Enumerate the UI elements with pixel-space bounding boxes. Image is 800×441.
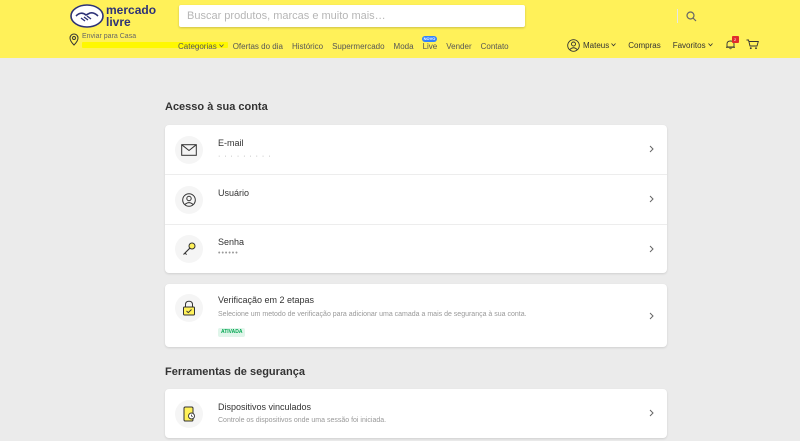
nav-contato[interactable]: Contato bbox=[481, 42, 509, 51]
chevron-right-icon bbox=[649, 409, 654, 417]
username-title: Usuário bbox=[218, 188, 250, 198]
chevron-right-icon bbox=[649, 245, 654, 253]
linked-devices-card: Dispositivos vinculados Controle os disp… bbox=[165, 389, 667, 438]
compras-link[interactable]: Compras bbox=[628, 41, 660, 50]
chevron-down-icon bbox=[707, 43, 713, 47]
search-divider bbox=[677, 9, 678, 23]
user-menu[interactable]: Mateus bbox=[567, 38, 617, 52]
cart-button[interactable] bbox=[746, 39, 759, 52]
two-factor-title: Verificação em 2 etapas bbox=[218, 295, 315, 305]
user-avatar-icon bbox=[567, 38, 580, 52]
password-row[interactable]: Senha •••••• bbox=[165, 225, 667, 273]
logo-text: mercado livre bbox=[106, 3, 157, 29]
notifications-button[interactable]: 2 bbox=[725, 35, 739, 52]
nav-moda[interactable]: Moda bbox=[394, 42, 414, 51]
email-row[interactable]: E-mail · · · · · · · · · bbox=[165, 125, 667, 174]
nav-historico[interactable]: Histórico bbox=[292, 42, 323, 51]
chevron-right-icon bbox=[649, 312, 654, 320]
shipping-location[interactable]: Enviar para Casa bbox=[69, 31, 228, 51]
two-factor-description: Selecione um metodo de verificação para … bbox=[218, 311, 527, 318]
location-pin-icon bbox=[69, 33, 79, 46]
email-icon-circle bbox=[175, 136, 203, 164]
search-input[interactable] bbox=[179, 5, 497, 27]
chevron-down-icon bbox=[218, 44, 224, 48]
device-icon bbox=[183, 406, 195, 422]
nav-categorias[interactable]: Categorias bbox=[178, 42, 224, 51]
search-button[interactable] bbox=[679, 5, 704, 27]
two-factor-card[interactable]: Verificação em 2 etapas Selecione um met… bbox=[165, 284, 667, 347]
novo-badge: NOVO bbox=[421, 35, 438, 42]
password-masked-value: •••••• bbox=[218, 250, 239, 257]
handshake-logo-icon bbox=[70, 4, 104, 28]
user-icon-circle bbox=[175, 186, 203, 214]
mercado-livre-logo[interactable]: mercado livre bbox=[70, 4, 160, 30]
linked-devices-title: Dispositivos vinculados bbox=[218, 402, 312, 412]
status-badge: ATIVADA bbox=[218, 328, 246, 337]
lock-icon-circle bbox=[175, 294, 203, 322]
password-title: Senha bbox=[218, 237, 245, 247]
lock-icon bbox=[183, 300, 195, 316]
key-icon bbox=[183, 242, 196, 255]
search-icon bbox=[686, 10, 697, 21]
linked-devices-row[interactable]: Dispositivos vinculados Controle os disp… bbox=[165, 389, 667, 438]
favoritos-menu[interactable]: Favoritos bbox=[673, 41, 713, 50]
account-section-title: Acesso à sua conta bbox=[165, 101, 268, 113]
security-section-title: Ferramentas de segurança bbox=[165, 366, 306, 378]
nav-ofertas-do-dia[interactable]: Ofertas do dia bbox=[233, 42, 283, 51]
account-access-card: E-mail · · · · · · · · · Usuário Senha •… bbox=[165, 125, 667, 273]
user-nav: Mateus Compras Favoritos 2 bbox=[567, 35, 759, 53]
cart-icon bbox=[746, 39, 759, 49]
nav-vender[interactable]: Vender bbox=[446, 42, 471, 51]
username-row[interactable]: Usuário bbox=[165, 175, 667, 224]
user-name: Mateus bbox=[583, 40, 610, 50]
main-nav: Categorias Ofertas do dia Histórico Supe… bbox=[178, 35, 518, 52]
key-icon-circle bbox=[175, 235, 203, 263]
nav-live[interactable]: NOVO Live bbox=[421, 35, 438, 51]
email-value-redacted: · · · · · · · · · bbox=[218, 153, 272, 160]
notification-count-badge: 2 bbox=[731, 35, 739, 43]
search-bar bbox=[179, 5, 697, 27]
device-icon-circle bbox=[175, 400, 203, 428]
chevron-right-icon bbox=[649, 195, 654, 203]
linked-devices-description: Controle os dispositivos onde uma sessão… bbox=[218, 417, 387, 424]
chevron-down-icon bbox=[611, 43, 617, 47]
user-icon bbox=[182, 193, 196, 207]
header: mercado livre Enviar para Casa Categoria… bbox=[0, 0, 800, 58]
location-label: Enviar para Casa bbox=[82, 33, 137, 40]
email-title: E-mail bbox=[218, 138, 244, 148]
nav-supermercado[interactable]: Supermercado bbox=[332, 42, 384, 51]
mail-icon bbox=[181, 144, 197, 156]
chevron-right-icon bbox=[649, 145, 654, 153]
